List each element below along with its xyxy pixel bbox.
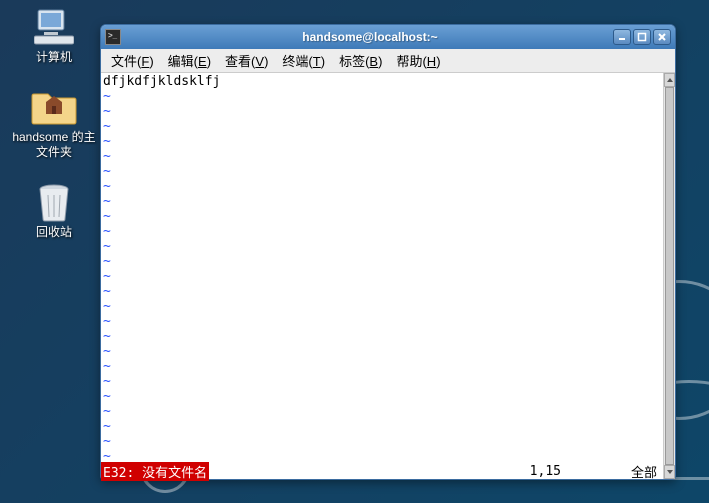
desktop-icon-label: 计算机	[12, 50, 96, 64]
minimize-button[interactable]	[613, 29, 631, 45]
menubar: 文件(F) 编辑(E) 查看(V) 终端(T) 标签(B) 帮助(H)	[101, 49, 675, 73]
terminal-area[interactable]: dfjkdfjkldsklfj ~ ~ ~ ~ ~ ~ ~ ~ ~ ~ ~ ~ …	[101, 73, 675, 479]
scroll-up-button[interactable]	[664, 73, 675, 87]
vim-scope: 全部	[631, 462, 663, 481]
terminal-content[interactable]: dfjkdfjkldsklfj ~ ~ ~ ~ ~ ~ ~ ~ ~ ~ ~ ~ …	[101, 73, 663, 479]
window-title: handsome@localhost:~	[127, 30, 613, 44]
desktop-icons: 计算机 handsome 的主文件夹 回收站	[12, 8, 96, 264]
desktop-icon-label: handsome 的主文件夹	[12, 130, 96, 159]
computer-icon	[30, 8, 78, 48]
terminal-window: handsome@localhost:~ 文件(F) 编辑(E) 查看(V) 终…	[100, 24, 676, 480]
menu-tabs[interactable]: 标签(B)	[333, 49, 388, 72]
desktop-icon-computer[interactable]: 计算机	[12, 8, 96, 64]
vim-status-line: E32: 没有文件名 1,15 全部	[101, 464, 663, 479]
scroll-down-button[interactable]	[664, 465, 675, 479]
menu-edit[interactable]: 编辑(E)	[162, 49, 217, 72]
vim-error-message: E32: 没有文件名	[101, 462, 209, 481]
menu-file[interactable]: 文件(F)	[105, 49, 160, 72]
scroll-thumb[interactable]	[665, 87, 674, 465]
titlebar[interactable]: handsome@localhost:~	[101, 25, 675, 49]
terminal-app-icon	[105, 29, 121, 45]
close-button[interactable]	[653, 29, 671, 45]
desktop-icon-trash[interactable]: 回收站	[12, 183, 96, 239]
menu-help[interactable]: 帮助(H)	[390, 49, 446, 72]
window-buttons	[613, 29, 671, 45]
scrollbar[interactable]	[663, 73, 675, 479]
desktop-icon-home[interactable]: handsome 的主文件夹	[12, 88, 96, 159]
menu-view[interactable]: 查看(V)	[219, 49, 274, 72]
maximize-button[interactable]	[633, 29, 651, 45]
trash-icon	[30, 183, 78, 223]
menu-terminal[interactable]: 终端(T)	[276, 49, 331, 72]
vim-cursor-position: 1,15	[530, 464, 631, 479]
desktop-icon-label: 回收站	[12, 225, 96, 239]
folder-icon	[30, 88, 78, 128]
